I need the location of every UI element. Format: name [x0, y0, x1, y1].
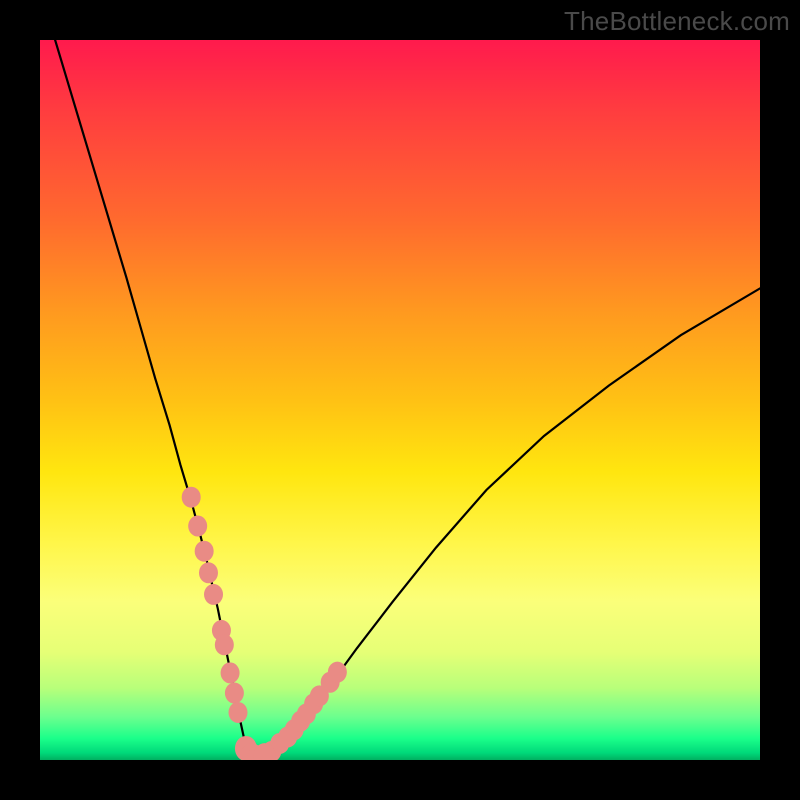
dot-cluster-left — [182, 487, 248, 723]
data-dot — [221, 662, 240, 683]
data-dot — [215, 634, 234, 655]
data-dot — [199, 562, 218, 583]
data-dot — [188, 516, 207, 537]
dot-cluster-bottom — [235, 736, 276, 760]
data-dot — [195, 541, 214, 562]
bottleneck-curve — [40, 40, 760, 759]
data-dot — [229, 702, 248, 723]
chart-frame: TheBottleneck.com — [0, 0, 800, 800]
data-dot — [225, 683, 244, 704]
curve-svg — [40, 40, 760, 760]
data-dot — [182, 487, 201, 508]
plot-area — [40, 40, 760, 760]
watermark-label: TheBottleneck.com — [564, 6, 790, 37]
data-dot — [328, 662, 347, 683]
data-dot — [204, 584, 223, 605]
dot-cluster-right — [262, 662, 347, 760]
